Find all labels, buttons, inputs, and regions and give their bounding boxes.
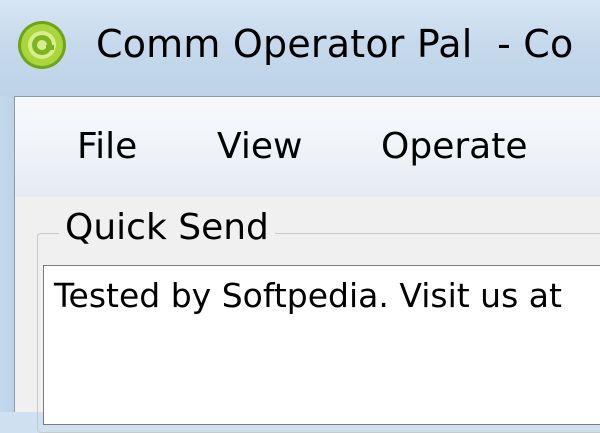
window-frame — [0, 96, 14, 412]
menu-view[interactable]: View — [215, 125, 304, 169]
window-title: Comm Operator Pal - Co — [96, 22, 574, 66]
menu-operate[interactable]: Operate — [379, 125, 529, 169]
client-area: File View Operate Quick Send Tested by S… — [14, 96, 600, 433]
quick-send-textbox[interactable]: Tested by Softpedia. Visit us at — [43, 265, 600, 425]
title-bar[interactable]: Comm Operator Pal - Co — [0, 0, 600, 96]
menu-bar: File View Operate — [15, 97, 600, 197]
menu-file[interactable]: File — [75, 125, 139, 169]
app-icon[interactable] — [16, 19, 68, 71]
quick-send-label: Quick Send — [59, 205, 275, 251]
